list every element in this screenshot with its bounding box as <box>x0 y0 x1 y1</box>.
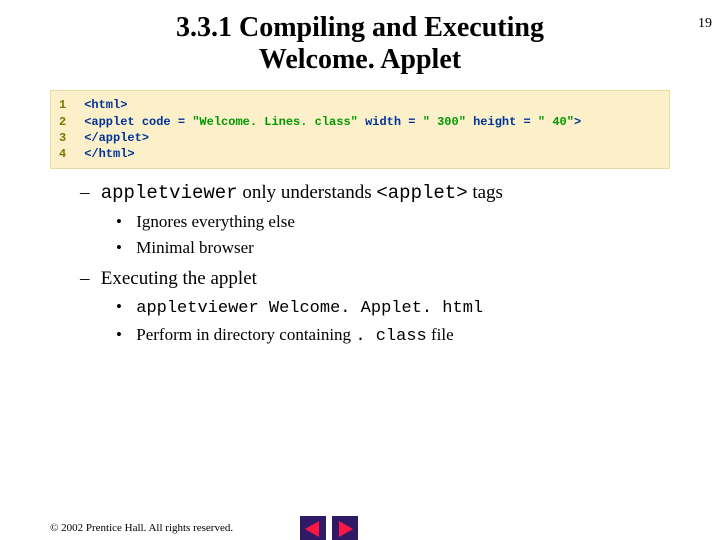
dash-icon: – <box>80 179 96 207</box>
code-token: code = <box>135 115 193 129</box>
line-number: 4 <box>59 146 77 162</box>
nav-buttons <box>300 516 360 540</box>
code-line-1: 1 <html> <box>59 97 661 113</box>
bullet-level-2: • Perform in directory containing . clas… <box>116 323 720 350</box>
bullet-text: tags <box>468 182 503 203</box>
line-number: 2 <box>59 114 77 130</box>
bullet-level-2: • Ignores everything else <box>116 210 720 235</box>
bullet-text: Ignores everything else <box>136 212 295 231</box>
code-block: 1 <html> 2 <applet code = "Welcome. Line… <box>50 90 670 169</box>
bullet-text-mono: . class <box>355 327 426 346</box>
bullet-icon: • <box>116 295 132 320</box>
line-number: 3 <box>59 130 77 146</box>
code-token: > <box>574 115 581 129</box>
line-number: 1 <box>59 97 77 113</box>
bullet-icon: • <box>116 210 132 235</box>
code-token: " 300" <box>423 115 466 129</box>
bullet-text: Perform in directory containing <box>136 325 355 344</box>
bullet-level-2: • appletviewer Welcome. Applet. html <box>116 295 720 322</box>
bullet-text-mono: appletviewer <box>101 182 238 204</box>
code-token: </html> <box>84 147 134 161</box>
code-token: <html> <box>84 98 127 112</box>
title-line-1: 3.3.1 Compiling and Executing <box>176 12 544 43</box>
bullet-text: Minimal browser <box>136 238 254 257</box>
bullet-text-mono: <applet> <box>376 182 467 204</box>
bullet-icon: • <box>116 323 132 348</box>
bullet-text: file <box>427 325 454 344</box>
code-line-2: 2 <applet code = "Welcome. Lines. class"… <box>59 114 661 130</box>
code-line-4: 4 </html> <box>59 146 661 162</box>
prev-slide-button[interactable] <box>300 516 326 540</box>
code-token: <applet <box>84 115 134 129</box>
bullet-level-2: • Minimal browser <box>116 236 720 261</box>
slide-title: 3.3.1 Compiling and Executing Welcome. A… <box>0 12 720 76</box>
bullet-list: – appletviewer only understands <applet>… <box>80 179 720 350</box>
bullet-icon: • <box>116 236 132 261</box>
bullet-text: Executing the applet <box>101 268 257 289</box>
code-token: </applet> <box>84 131 149 145</box>
bullet-level-1: – Executing the applet <box>80 265 720 293</box>
code-token: width = <box>358 115 423 129</box>
bullet-text: only understands <box>238 182 377 203</box>
copyright-footer: © 2002 Prentice Hall. All rights reserve… <box>50 522 233 534</box>
title-line-2: Welcome. Applet <box>259 44 461 75</box>
bullet-level-1: – appletviewer only understands <applet>… <box>80 179 720 208</box>
page-number: 19 <box>698 16 712 32</box>
code-token: " 40" <box>538 115 574 129</box>
dash-icon: – <box>80 265 96 293</box>
code-line-3: 3 </applet> <box>59 130 661 146</box>
next-slide-button[interactable] <box>332 516 358 540</box>
bullet-text-mono: appletviewer Welcome. Applet. html <box>136 299 483 318</box>
code-token: height = <box>466 115 538 129</box>
code-token: "Welcome. Lines. class" <box>192 115 358 129</box>
